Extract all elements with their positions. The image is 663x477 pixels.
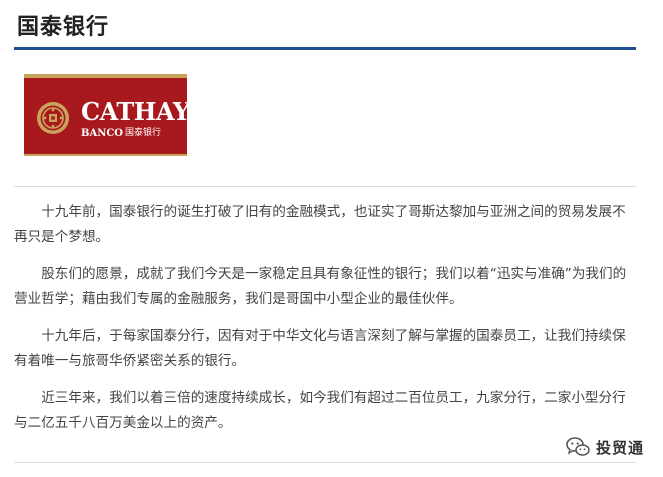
paragraph: 近三年来，我们以着三倍的速度持续成长，如今我们有超过二百位员工，九家分行，二家小… <box>14 390 626 431</box>
watermark: 投贸通 <box>566 436 644 458</box>
paragraph: 十九年后，于每家国泰分行，因有对于中华文化与语言深刻了解与掌握的国泰员工，让我们… <box>14 328 626 369</box>
wechat-icon <box>566 437 590 456</box>
article-body: 十九年前，国泰银行的诞生打破了旧有的金融模式，也证实了哥斯达黎加与亚洲之间的贸易… <box>14 200 636 448</box>
logo-wordmark: CATHAY <box>81 97 190 126</box>
logo-chinese-name: 国泰银行 <box>125 128 162 138</box>
page-title: 国泰银行 <box>17 15 110 40</box>
divider-bottom <box>14 462 636 463</box>
cathay-emblem-icon <box>37 102 69 134</box>
paragraph: 十九年前，国泰银行的诞生打破了旧有的金融模式，也证实了哥斯达黎加与亚洲之间的贸易… <box>14 204 626 245</box>
paragraph: 股东们的愿景，成就了我们今天是一家稳定且具有象征性的银行；我们以着“迅实与准确”… <box>14 266 627 307</box>
cathay-logo: CATHAY BANCO 国泰银行 <box>24 74 190 156</box>
divider-top <box>14 186 636 187</box>
logo-subtitle: BANCO <box>81 128 124 139</box>
watermark-text: 投贸通 <box>596 438 645 457</box>
page-header: 国泰银行 <box>14 0 636 50</box>
